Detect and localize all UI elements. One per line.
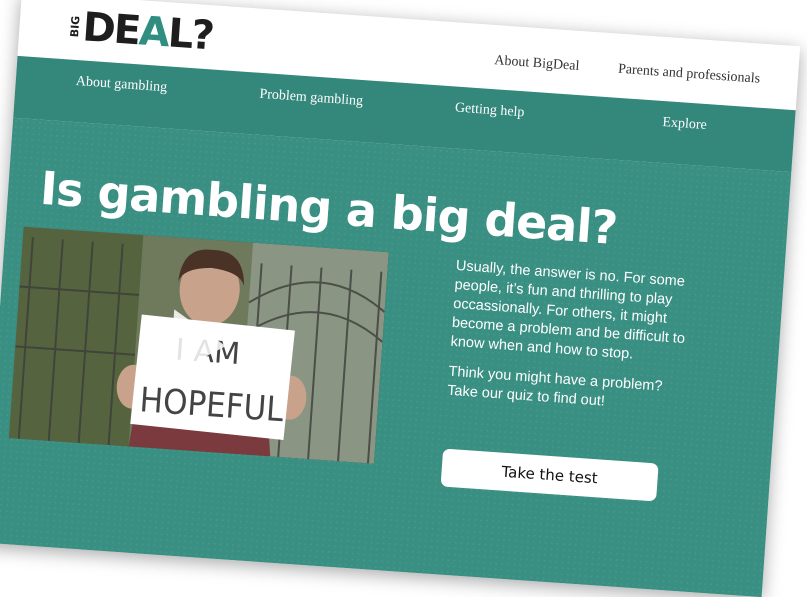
- take-the-test-button[interactable]: Take the test: [440, 448, 659, 502]
- nav-getting-help[interactable]: Getting help: [454, 101, 524, 122]
- video-player[interactable]: I AM HOPEFUL: [8, 226, 389, 464]
- intro-paragraph: Usually, the answer is no. For some peop…: [450, 257, 686, 363]
- nav-parents-professionals[interactable]: Parents and professionals: [617, 62, 761, 88]
- nav-about-bigdeal[interactable]: About BigDeal: [494, 53, 580, 75]
- play-icon[interactable]: [165, 307, 230, 381]
- bigdeal-logo[interactable]: BIG DEAL?: [68, 0, 215, 63]
- nav-about-gambling[interactable]: About gambling: [75, 74, 167, 96]
- hero-section: Is gambling a big deal? AM HOPEFUL Usual…: [0, 117, 792, 597]
- logo-deal-text: DEAL?: [81, 4, 215, 60]
- web-page: BIG DEAL? About BigDeal Parents and prof…: [0, 0, 801, 597]
- quiz-paragraph: Think you might have a problem? Take our…: [446, 363, 663, 410]
- logo-big-text: BIG: [67, 15, 83, 38]
- hero-copy: Usually, the answer is no. For some peop…: [446, 257, 694, 428]
- nav-problem-gambling[interactable]: Problem gambling: [259, 87, 364, 110]
- nav-explore[interactable]: Explore: [662, 115, 707, 134]
